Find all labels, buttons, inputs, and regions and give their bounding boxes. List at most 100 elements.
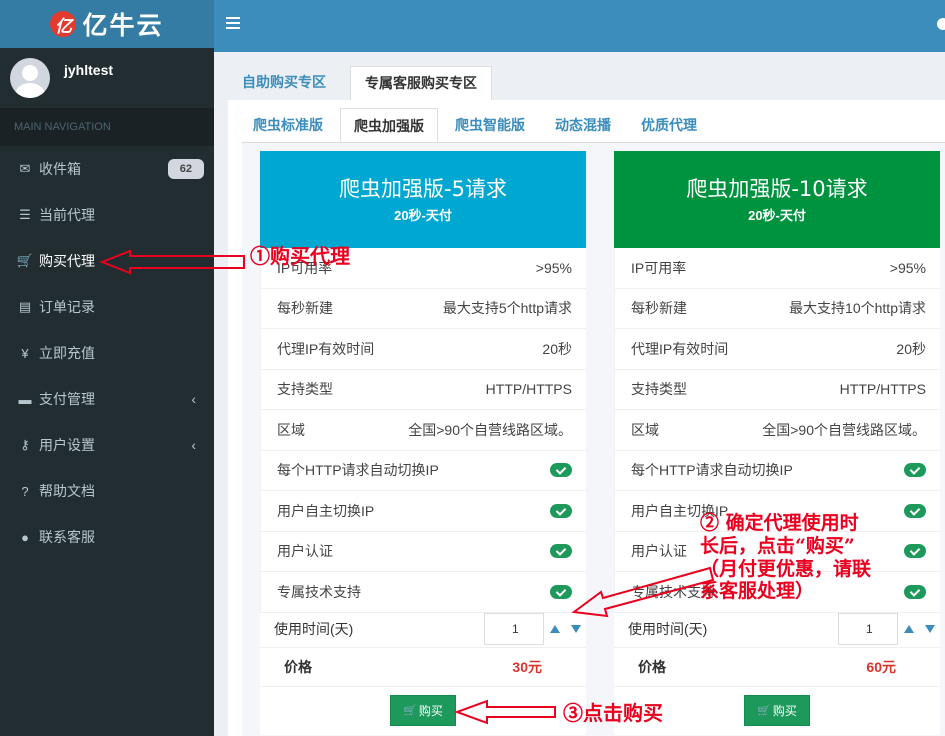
tab-premium-proxy[interactable]: 优质代理 bbox=[628, 108, 710, 142]
check-icon bbox=[550, 463, 572, 478]
receipt-icon: ▤ bbox=[18, 299, 32, 314]
card-title: 爬虫加强版-5请求 bbox=[339, 177, 507, 201]
feature-label: 区域 bbox=[277, 421, 305, 438]
card-header: 爬虫加强版-5请求 20秒-天付 bbox=[260, 151, 586, 248]
feature-row: 每个HTTP请求自动切换IP bbox=[261, 451, 586, 491]
price-value: 30元 bbox=[512, 658, 542, 675]
sidebar-item-label: 立即充值 bbox=[39, 345, 95, 361]
sidebar-item-label: 收件箱 bbox=[39, 161, 81, 177]
feature-label: 区域 bbox=[631, 421, 659, 438]
feature-row: 支持类型 HTTP/HTTPS bbox=[615, 370, 940, 410]
feature-label: 支持类型 bbox=[277, 381, 333, 398]
tab-crawler-standard[interactable]: 爬虫标准版 bbox=[240, 108, 336, 142]
tab-dynamic-mixed[interactable]: 动态混播 bbox=[542, 108, 624, 142]
feature-row: IP可用率 >95% bbox=[615, 248, 940, 289]
key-icon: ⚷ bbox=[20, 437, 30, 452]
sidebar-item-label: 订单记录 bbox=[39, 299, 95, 315]
sidebar-item-0[interactable]: ✉ 收件箱 62 bbox=[0, 146, 214, 192]
sidebar-item-label: 用户设置 bbox=[39, 437, 95, 453]
feature-value: 全国>90个自营线路区域。 bbox=[408, 421, 572, 438]
feature-label: 每秒新建 bbox=[631, 300, 687, 317]
tab-dedicated-service[interactable]: 专属客服购买专区 bbox=[350, 66, 492, 100]
feature-value: HTTP/HTTPS bbox=[485, 381, 572, 398]
feature-value: 20秒 bbox=[896, 340, 926, 357]
feature-row: 用户认证 bbox=[261, 532, 586, 572]
cart-icon: 🛒 bbox=[757, 705, 771, 717]
tab-crawler-smart[interactable]: 爬虫智能版 bbox=[442, 108, 538, 142]
sidebar-item-label: 当前代理 bbox=[39, 207, 95, 223]
feature-label: 用户认证 bbox=[631, 543, 687, 560]
check-icon bbox=[904, 463, 926, 478]
yen-icon: ¥ bbox=[21, 345, 29, 361]
feature-label: 支持类型 bbox=[631, 381, 687, 398]
buy-button[interactable]: 🛒 购买 bbox=[744, 695, 810, 726]
tab-crawler-enhanced[interactable]: 爬虫加强版 bbox=[340, 108, 438, 142]
nav-header: MAIN NAVIGATION bbox=[0, 108, 214, 146]
sidebar-item-3[interactable]: ▤ 订单记录 bbox=[0, 284, 214, 330]
annotation-step-3: ③点击购买 bbox=[563, 701, 663, 725]
hamburger-menu-icon[interactable] bbox=[226, 17, 240, 29]
nav-list: ✉ 收件箱 62 ☰ 当前代理 🛒 购买代理 ▤ 订单记录 ¥ 立即充值 ▬ 支付管理 ‹ ⚷ 用户设置 ‹? 帮… bbox=[0, 146, 214, 560]
cart-icon: 🛒 bbox=[403, 705, 417, 717]
sidebar-item-5[interactable]: ▬ 支付管理 ‹ bbox=[0, 376, 214, 422]
sidebar-item-4[interactable]: ¥ 立即充值 bbox=[0, 330, 214, 376]
card-header: 爬虫加强版-10请求 20秒-天付 bbox=[614, 151, 940, 248]
chevron-left-icon: ‹ bbox=[191, 437, 196, 453]
quantity-input[interactable]: 1 bbox=[838, 612, 898, 645]
increment-arrow-icon[interactable] bbox=[904, 624, 914, 633]
feature-value: 20秒 bbox=[542, 340, 572, 357]
annotation-step-1: ①购买代理 bbox=[250, 244, 350, 268]
buy-label: 购买 bbox=[418, 704, 443, 718]
feature-list: IP可用率 >95% 每秒新建 最大支持5个http请求 代理IP有效时间 20秒 支持类型… bbox=[260, 248, 586, 613]
check-icon bbox=[550, 544, 572, 559]
feature-row: 代理IP有效时间 20秒 bbox=[261, 329, 586, 370]
chevron-left-icon: ‹ bbox=[191, 391, 196, 407]
price-row: 价格 60元 bbox=[614, 646, 940, 687]
list-icon: ☰ bbox=[19, 207, 31, 222]
feature-label: 每秒新建 bbox=[277, 300, 333, 317]
username: jyhltest bbox=[64, 62, 114, 78]
feature-row: 代理IP有效时间 20秒 bbox=[615, 329, 940, 370]
top-bar bbox=[214, 0, 945, 52]
quantity-input[interactable]: 1 bbox=[484, 612, 544, 645]
user-icon: ● bbox=[21, 529, 29, 545]
decrement-arrow-icon[interactable] bbox=[571, 624, 581, 633]
price-label: 价格 bbox=[284, 658, 312, 675]
sidebar-item-8[interactable]: ● 联系客服 bbox=[0, 514, 214, 560]
price-value: 60元 bbox=[866, 658, 896, 675]
check-icon bbox=[904, 544, 926, 559]
sidebar-item-7[interactable]: ? 帮助文档 bbox=[0, 468, 214, 514]
check-icon bbox=[904, 584, 926, 599]
cart-icon: 🛒 bbox=[16, 253, 34, 268]
feature-value: >95% bbox=[535, 259, 572, 276]
buy-label: 购买 bbox=[772, 704, 797, 718]
decrement-arrow-icon[interactable] bbox=[925, 624, 935, 633]
buy-row: 🛒 购买 bbox=[260, 687, 586, 735]
sidebar-item-1[interactable]: ☰ 当前代理 bbox=[0, 192, 214, 238]
inbox-count-badge: 62 bbox=[167, 159, 204, 179]
credit-card-icon: ▬ bbox=[18, 391, 32, 407]
card-subtitle: 20秒-天付 bbox=[748, 208, 806, 223]
feature-label: 用户认证 bbox=[277, 543, 333, 560]
check-icon bbox=[550, 503, 572, 518]
feature-value: 最大支持10个http请求 bbox=[789, 300, 926, 317]
user-menu-icon[interactable] bbox=[937, 18, 945, 30]
sidebar-item-2[interactable]: 🛒 购买代理 bbox=[0, 238, 214, 284]
feature-value: HTTP/HTTPS bbox=[839, 381, 926, 398]
feature-row: 支持类型 HTTP/HTTPS bbox=[261, 370, 586, 410]
buy-button[interactable]: 🛒 购买 bbox=[390, 695, 456, 726]
feature-row: 专属技术支持 bbox=[261, 572, 586, 613]
feature-row: 用户自主切换IP bbox=[261, 491, 586, 532]
tab-self-service[interactable]: 自助购买专区 bbox=[228, 66, 340, 100]
feature-row: 区域 全国>90个自营线路区域。 bbox=[261, 410, 586, 451]
avatar bbox=[10, 58, 50, 98]
feature-label: 用户自主切换IP bbox=[277, 502, 375, 519]
annotation-step-2: ② 确定代理使用时 长后，点击“购买” （月付更优惠，请联 系客服处理） bbox=[700, 512, 872, 603]
check-icon bbox=[904, 503, 926, 518]
sidebar-item-6[interactable]: ⚷ 用户设置 ‹ bbox=[0, 422, 214, 468]
increment-arrow-icon[interactable] bbox=[550, 624, 560, 633]
brand-logo[interactable]: 亿 亿牛云 bbox=[0, 0, 214, 48]
product-tabs: 爬虫标准版 爬虫加强版 爬虫智能版 动态混播 优质代理 bbox=[240, 108, 714, 142]
sidebar-item-label: 帮助文档 bbox=[39, 483, 95, 499]
brand-name: 亿牛云 bbox=[82, 11, 164, 40]
